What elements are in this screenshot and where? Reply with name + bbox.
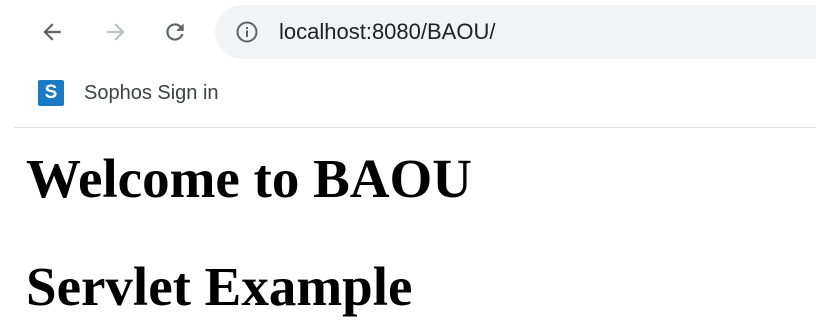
page-content: Welcome to BAOU Servlet Example: [0, 128, 816, 320]
reload-icon: [166, 23, 184, 41]
bookmark-sophos-sign-in[interactable]: S Sophos Sign in: [38, 78, 219, 108]
browser-toolbar: localhost:8080/BAOU/: [0, 0, 816, 66]
back-button[interactable]: [34, 14, 70, 50]
arrow-left-icon: [43, 23, 61, 41]
arrow-right-icon: [107, 23, 125, 41]
page-heading-servlet: Servlet Example: [26, 256, 413, 317]
reload-button[interactable]: [157, 14, 193, 50]
page-heading-welcome: Welcome to BAOU: [26, 148, 473, 209]
bookmark-label: Sophos Sign in: [84, 81, 219, 104]
url-text[interactable]: localhost:8080/BAOU/: [279, 19, 495, 45]
sophos-favicon-icon: S: [38, 80, 64, 106]
forward-button[interactable]: [98, 14, 134, 50]
address-bar[interactable]: localhost:8080/BAOU/: [215, 5, 816, 59]
bookmarks-bar: S Sophos Sign in: [0, 66, 816, 126]
info-icon[interactable]: [235, 20, 259, 44]
